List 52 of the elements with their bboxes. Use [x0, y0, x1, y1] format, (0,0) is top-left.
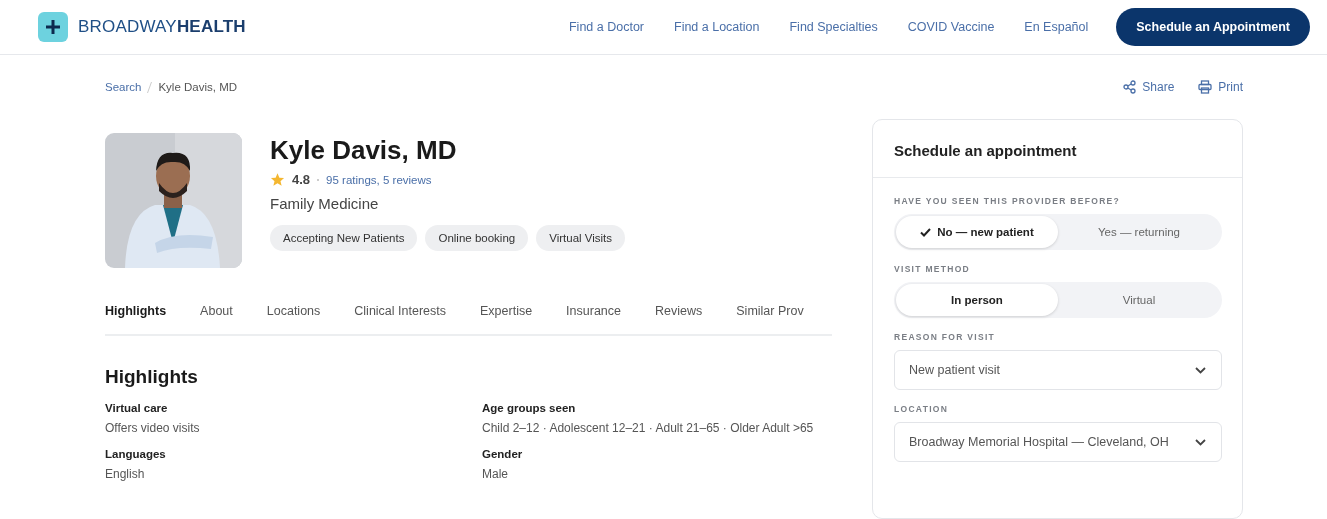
highlight-label: Age groups seen: [482, 402, 577, 414]
tag: Accepting New Patients: [270, 225, 418, 251]
highlight-label: Languages: [105, 448, 167, 460]
segment-option[interactable]: Yes — returning: [1058, 216, 1220, 248]
field-label: VISIT METHOD: [894, 264, 972, 274]
rating-value: 4.8: [292, 172, 311, 187]
specialty: Family Medicine: [270, 195, 380, 212]
nav-link[interactable]: Find a Location: [674, 20, 760, 34]
field-label: REASON FOR VISIT: [894, 332, 997, 342]
highlight-label: Virtual care: [105, 402, 169, 414]
field-label: HAVE YOU SEEN THIS PROVIDER BEFORE?: [894, 196, 1122, 206]
action-link[interactable]: Print: [1198, 80, 1243, 94]
segment-option[interactable]: No — new patient: [896, 216, 1058, 248]
tab[interactable]: Insurance: [549, 298, 638, 334]
chevron-down-icon: [1195, 366, 1206, 374]
nav-link[interactable]: Find a Doctor: [568, 20, 644, 34]
brand-name[interactable]: BROADWAYHEALTH: [78, 17, 246, 37]
select-field[interactable]: New patient visit: [894, 350, 1222, 390]
select-field[interactable]: Broadway Memorial Hospital — Cleveland, OH: [894, 422, 1222, 462]
tab[interactable]: Expertise: [463, 298, 550, 334]
tab[interactable]: Locations: [249, 298, 338, 334]
schedule-button[interactable]: Schedule an Appointment: [1116, 8, 1310, 46]
highlight-label: Gender: [482, 448, 524, 460]
segment-option[interactable]: Virtual: [1058, 284, 1220, 316]
field-label: LOCATION: [894, 404, 950, 414]
plus-logo-icon: [38, 12, 68, 42]
nav-link[interactable]: Find Specialties: [789, 20, 878, 34]
chevron-down-icon: [1195, 438, 1206, 446]
tab[interactable]: Highlights: [105, 298, 184, 334]
highlight-value: Offers video visits: [105, 421, 201, 435]
highlight-value: Child 2–12 · Adolescent 12–21 · Adult 21–65 · Older Adult >65: [482, 421, 815, 435]
tag: Virtual Visits: [536, 225, 626, 251]
ratings-link[interactable]: 95 ratings, 5 reviews: [326, 173, 432, 186]
tab[interactable]: Clinical Interests: [337, 298, 463, 334]
tab[interactable]: Reviews: [638, 298, 720, 334]
highlight-value: English: [105, 467, 146, 481]
breadcrumb-link[interactable]: Search: [105, 81, 142, 93]
nav-link[interactable]: En Español: [1024, 20, 1089, 34]
breadcrumb-current: Kyle Davis, MD: [158, 81, 238, 93]
tab[interactable]: About: [183, 298, 250, 334]
section-heading: Highlights: [105, 366, 199, 388]
share-icon: [1123, 80, 1137, 94]
segment-option[interactable]: In person: [896, 284, 1058, 316]
tab[interactable]: Similar Prov: [719, 298, 821, 334]
nav-link[interactable]: COVID Vaccine: [907, 20, 995, 34]
print-icon: [1198, 80, 1213, 94]
doctor-name: Kyle Davis, MD: [270, 135, 458, 166]
action-link[interactable]: Share: [1123, 80, 1175, 94]
highlight-value: Male: [482, 467, 509, 481]
tag: Online booking: [425, 225, 529, 251]
card-title: Schedule an appointment: [873, 120, 1242, 178]
star-icon: [270, 172, 285, 187]
